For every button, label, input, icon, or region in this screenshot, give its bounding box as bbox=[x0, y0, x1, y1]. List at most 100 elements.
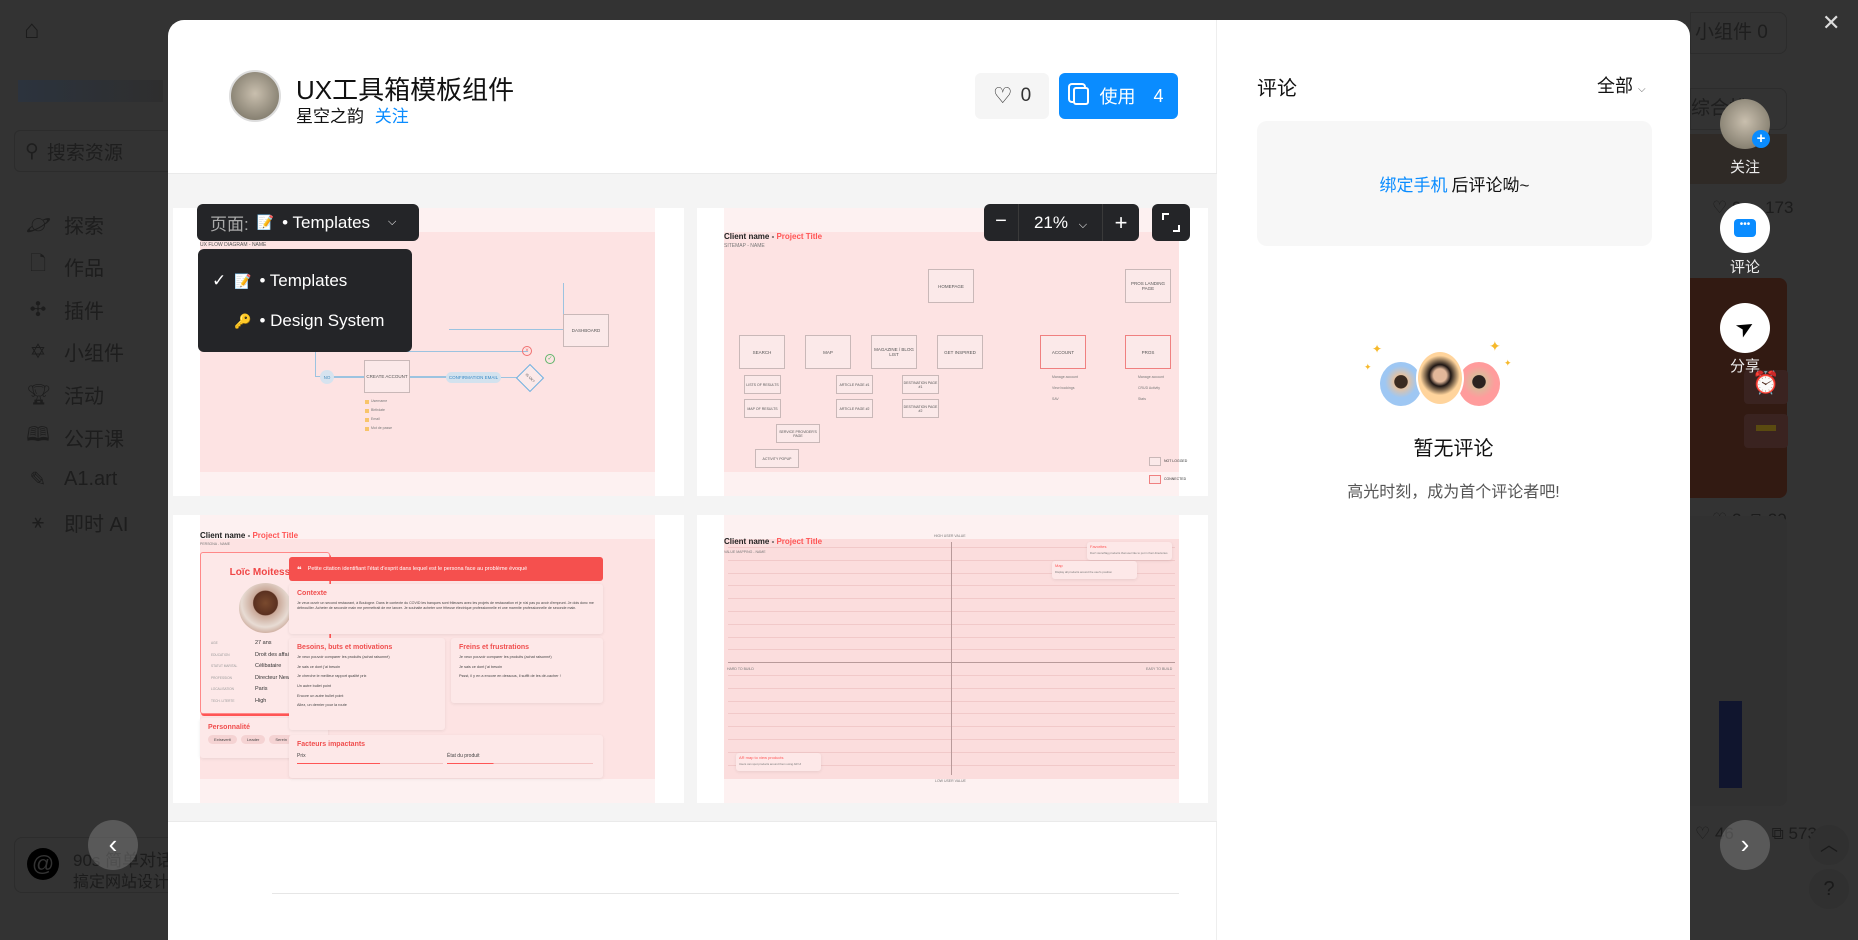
persona-field-value: Célibataire bbox=[255, 663, 282, 669]
copy-icon bbox=[1073, 87, 1090, 105]
sitemap-page: MAGAZINE / BLOG LIST bbox=[871, 335, 917, 369]
use-button[interactable]: 使用 4 bbox=[1059, 73, 1178, 119]
frustration-item: Je sais ce dont j'ai besoin bbox=[459, 664, 503, 669]
search-box[interactable]: ⚲ 搜索资源 bbox=[14, 130, 174, 172]
legend-connected: CONNECTED bbox=[1164, 477, 1187, 481]
help-button[interactable]: ? bbox=[1809, 869, 1849, 909]
sidebar-item[interactable]: ✎ A1.art bbox=[26, 461, 118, 497]
note-text: Users can spot products around them usin… bbox=[739, 762, 802, 766]
thumbnail-persona[interactable]: Client name - Project Title PERSONA - NA… bbox=[173, 515, 684, 803]
y-axis bbox=[951, 542, 952, 775]
sitemap-pros: PROS bbox=[1125, 335, 1171, 369]
puzzle-icon: ✣ bbox=[29, 298, 47, 321]
chevron-down-icon: ⌵ bbox=[388, 216, 397, 228]
sidebar-item[interactable]: ⚹ 即时 AI bbox=[26, 504, 128, 540]
navy-bar bbox=[1719, 701, 1742, 788]
trait-chip: Leader bbox=[240, 735, 266, 744]
sidebar-item[interactable]: ✡ 小组件 bbox=[26, 333, 124, 369]
bind-phone-link[interactable]: 绑定手机 bbox=[1380, 171, 1448, 196]
sidebar-item[interactable]: 🗋 作品 bbox=[26, 248, 104, 284]
factor-slider bbox=[447, 763, 593, 764]
follow-link[interactable]: 关注 bbox=[375, 107, 409, 126]
client-project-title: Client name - Project Title bbox=[724, 232, 822, 241]
plus-icon[interactable]: + bbox=[1752, 130, 1770, 148]
sidebar-item-label: 插件 bbox=[64, 300, 104, 323]
field-icon bbox=[365, 400, 369, 404]
home-icon[interactable]: ⌂ bbox=[24, 14, 40, 45]
author-avatar[interactable] bbox=[229, 70, 281, 122]
author-name[interactable]: 星空之韵 bbox=[296, 107, 364, 126]
sidebar-item[interactable]: ✣ 插件 bbox=[26, 291, 104, 327]
zoom-out-button[interactable]: − bbox=[984, 204, 1019, 241]
legend-connected-swatch bbox=[1149, 475, 1161, 484]
sitemap-page: MAP bbox=[805, 335, 851, 369]
comment-button[interactable]: ••• bbox=[1720, 203, 1770, 253]
account-item: Manage account bbox=[1052, 375, 1078, 379]
factor-label: Prix bbox=[297, 753, 306, 759]
search-placeholder: 搜索资源 bbox=[46, 142, 123, 164]
zoom-value: 21% bbox=[1033, 213, 1068, 232]
page-selector[interactable]: 页面: 📝 • Templates ⌵ bbox=[197, 204, 419, 241]
heart-icon: ♡ bbox=[992, 83, 1013, 108]
chevron-down-icon: ⌵ bbox=[1638, 84, 1646, 95]
blurred-banner bbox=[18, 80, 163, 102]
axis-bottom: LOW USER VALUE bbox=[935, 779, 966, 783]
share-button[interactable]: ➤ bbox=[1720, 303, 1770, 353]
preview-canvas[interactable]: UX FLOW DIAGRAM - NAME NO CREATE ACCOUNT… bbox=[168, 173, 1217, 822]
client-project-title: Client name - Project Title bbox=[724, 537, 822, 546]
trophy-icon: 🏆︎ bbox=[26, 383, 52, 406]
zoom-level-dropdown[interactable]: 21% ⌵ bbox=[1019, 204, 1103, 241]
note-title: AR map to view products bbox=[739, 755, 784, 760]
next-button[interactable]: › bbox=[1720, 820, 1770, 870]
fullscreen-button[interactable] bbox=[1152, 204, 1190, 241]
comments-filter[interactable]: 全部 ⌵ bbox=[1597, 72, 1646, 98]
sidebar-item-label: 公开课 bbox=[64, 428, 124, 451]
page-option[interactable]: 🔑 • Design System bbox=[198, 301, 412, 341]
sitemap-homepage: HOMEPAGE bbox=[928, 269, 974, 303]
page-dropdown-menu: ✓ 📝 • Templates 🔑 • Design System bbox=[198, 249, 412, 352]
folder-icon: ▬ bbox=[1744, 414, 1788, 448]
sitemap-subpage: SERVICE PROVIDER'S PAGE bbox=[776, 424, 820, 443]
thumbnail-sitemap[interactable]: Client name - Project Title SITEMAP - NA… bbox=[697, 208, 1208, 496]
fullscreen-icon bbox=[1162, 213, 1169, 220]
thumbnail-value-mapping[interactable]: Client name - Project Title VALUE MAPPIN… bbox=[697, 515, 1208, 803]
value-note: Map Display all products around the user'… bbox=[1052, 561, 1137, 579]
use-label: 使用 bbox=[1099, 87, 1136, 107]
sidebar-item[interactable]: 🕮 公开课 bbox=[26, 419, 124, 455]
avatar bbox=[1416, 350, 1464, 406]
needs-title: Besoins, buts et motivations bbox=[297, 644, 393, 651]
sitemap-account: ACCOUNT bbox=[1040, 335, 1086, 369]
sparkle-icon: ✦ bbox=[1364, 362, 1372, 372]
template-detail-modal: UX工具箱模板组件 星空之韵 关注 ♡ 0 使用 4 UX FLOW DIAGR… bbox=[168, 20, 1690, 940]
scroll-top-button[interactable]: ︿ bbox=[1809, 825, 1849, 865]
page-option-label: • Templates bbox=[259, 271, 348, 290]
comments-title: 评论 bbox=[1257, 78, 1297, 100]
need-item: Encore un autre bullet point bbox=[297, 693, 344, 698]
quote-text: Petite citation identifiant l'état d'esp… bbox=[307, 566, 528, 572]
sidebar-item[interactable]: 🏆︎ 活动 bbox=[26, 376, 104, 412]
persona-field-label: TECH. LITERTE bbox=[211, 698, 235, 703]
page-option[interactable]: ✓ 📝 • Templates bbox=[198, 261, 412, 301]
sidebar-item[interactable]: 🪐︎ 探索 bbox=[26, 206, 104, 242]
sitemap-pros-landing: PROS LANDING PAGE bbox=[1125, 269, 1171, 303]
chevron-down-icon: ⌵ bbox=[1078, 219, 1088, 231]
factor-slider bbox=[297, 763, 443, 764]
check-icon: ✓ bbox=[212, 271, 227, 290]
quote-banner: ❝ Petite citation identifiant l'état d'es… bbox=[289, 557, 603, 581]
widget-tab[interactable]: 小组件 0 bbox=[1690, 12, 1787, 54]
zoom-control: − 21% ⌵ + bbox=[984, 204, 1139, 241]
follow-label: 关注 bbox=[1729, 159, 1760, 176]
bg-card-3[interactable] bbox=[1690, 516, 1787, 806]
zoom-in-button[interactable]: + bbox=[1103, 205, 1139, 240]
factors-card: Facteurs impactants Prix État du produit bbox=[289, 735, 603, 778]
flow-confirmation-email: CONFIRMATION EMAIL bbox=[446, 372, 501, 383]
context-text: Je veux ouvrir un second restaurant, à B… bbox=[297, 601, 594, 611]
use-count: 4 bbox=[1153, 85, 1164, 106]
prev-button[interactable]: ‹ bbox=[88, 820, 138, 870]
like-button[interactable]: ♡ 0 bbox=[975, 73, 1049, 119]
close-button[interactable]: ✕ bbox=[1822, 10, 1840, 36]
x-axis bbox=[728, 662, 1175, 663]
divider bbox=[272, 893, 1179, 894]
sidebar-item-label: 活动 bbox=[64, 385, 104, 408]
need-item: Allez, un dernier pour la route bbox=[297, 703, 347, 708]
